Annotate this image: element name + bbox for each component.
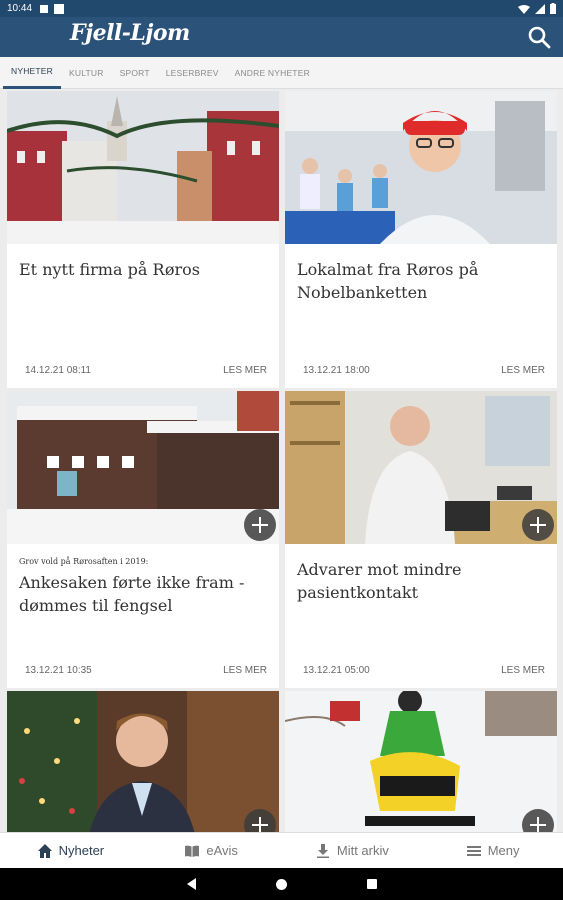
nav-nyheter[interactable]: Nyheter (0, 833, 141, 868)
battery-icon (550, 3, 556, 14)
article-date: 13.12.21 10:35 (25, 665, 92, 676)
signal-icon (535, 3, 545, 14)
article-title[interactable]: Ankesaken førte ikke fram - dømmes til f… (19, 571, 269, 617)
category-tabs: NYHETER KULTUR SPORT LESERBREV ANDRE NYH… (0, 57, 563, 89)
back-icon[interactable] (186, 878, 196, 890)
article-date: 14.12.21 08:11 (25, 365, 91, 376)
tab-kultur[interactable]: KULTUR (61, 57, 112, 89)
read-more-link[interactable]: LES MER (501, 365, 545, 376)
download-icon (316, 843, 329, 858)
nav-mitt-arkiv[interactable]: Mitt arkiv (282, 833, 423, 868)
read-more-link[interactable]: LES MER (223, 665, 267, 676)
nav-meny[interactable]: Meny (422, 833, 563, 868)
add-icon[interactable] (522, 509, 554, 541)
article-image[interactable] (7, 691, 279, 832)
article-date: 13.12.21 18:00 (303, 365, 370, 376)
nav-eavis[interactable]: eAvis (141, 833, 282, 868)
status-bar: 10:44 (0, 0, 563, 17)
app-logo: Fjell-Ljom (70, 20, 190, 46)
article-image[interactable] (285, 391, 557, 544)
article-card[interactable]: Lokalmat fra Røros på Nobelbanketten 13.… (285, 91, 557, 388)
book-icon (185, 845, 200, 857)
menu-icon (466, 845, 481, 856)
nav-label: eAvis (206, 843, 238, 858)
article-card[interactable]: Grov vold på Rørosaften i 2019: Ankesake… (7, 391, 279, 688)
app-header: Fjell-Ljom (0, 17, 563, 57)
wifi-icon (518, 4, 530, 14)
notification-icon (54, 3, 65, 14)
status-time: 10:44 (7, 3, 33, 14)
article-card[interactable]: Et nytt firma på Røros 14.12.21 08:11 LE… (7, 91, 279, 388)
add-icon[interactable] (244, 509, 276, 541)
nav-label: Mitt arkiv (336, 843, 389, 858)
home-button-icon[interactable] (275, 878, 287, 890)
article-image[interactable] (285, 691, 557, 832)
bottom-navigation: Nyheter eAvis Mitt arkiv Meny (0, 832, 563, 868)
recent-apps-icon[interactable] (366, 879, 377, 889)
article-image[interactable] (7, 91, 279, 244)
article-image[interactable] (285, 91, 557, 244)
tab-sport[interactable]: SPORT (112, 57, 158, 89)
article-card[interactable] (285, 691, 557, 832)
article-title[interactable]: Advarer mot mindre pasientkontakt (297, 558, 547, 604)
article-date: 13.12.21 05:00 (303, 665, 370, 676)
article-card[interactable] (7, 691, 279, 832)
notification-icon (40, 4, 49, 13)
home-icon (37, 843, 52, 858)
tab-andre-nyheter[interactable]: ANDRE NYHETER (227, 57, 318, 89)
article-title[interactable]: Et nytt firma på Røros (19, 258, 269, 281)
article-kicker: Grov vold på Rørosaften i 2019: (19, 557, 149, 566)
article-card[interactable]: Advarer mot mindre pasientkontakt 13.12.… (285, 391, 557, 688)
system-navigation-bar (0, 868, 563, 900)
read-more-link[interactable]: LES MER (223, 365, 267, 376)
tab-leserbrev[interactable]: LESERBREV (158, 57, 227, 89)
article-title[interactable]: Lokalmat fra Røros på Nobelbanketten (297, 258, 547, 304)
read-more-link[interactable]: LES MER (501, 665, 545, 676)
article-grid: Et nytt firma på Røros 14.12.21 08:11 LE… (0, 89, 563, 832)
nav-label: Meny (487, 843, 520, 858)
tab-nyheter[interactable]: NYHETER (3, 57, 62, 89)
nav-label: Nyheter (58, 843, 105, 858)
article-image[interactable] (7, 391, 279, 544)
search-icon[interactable] (527, 25, 551, 49)
